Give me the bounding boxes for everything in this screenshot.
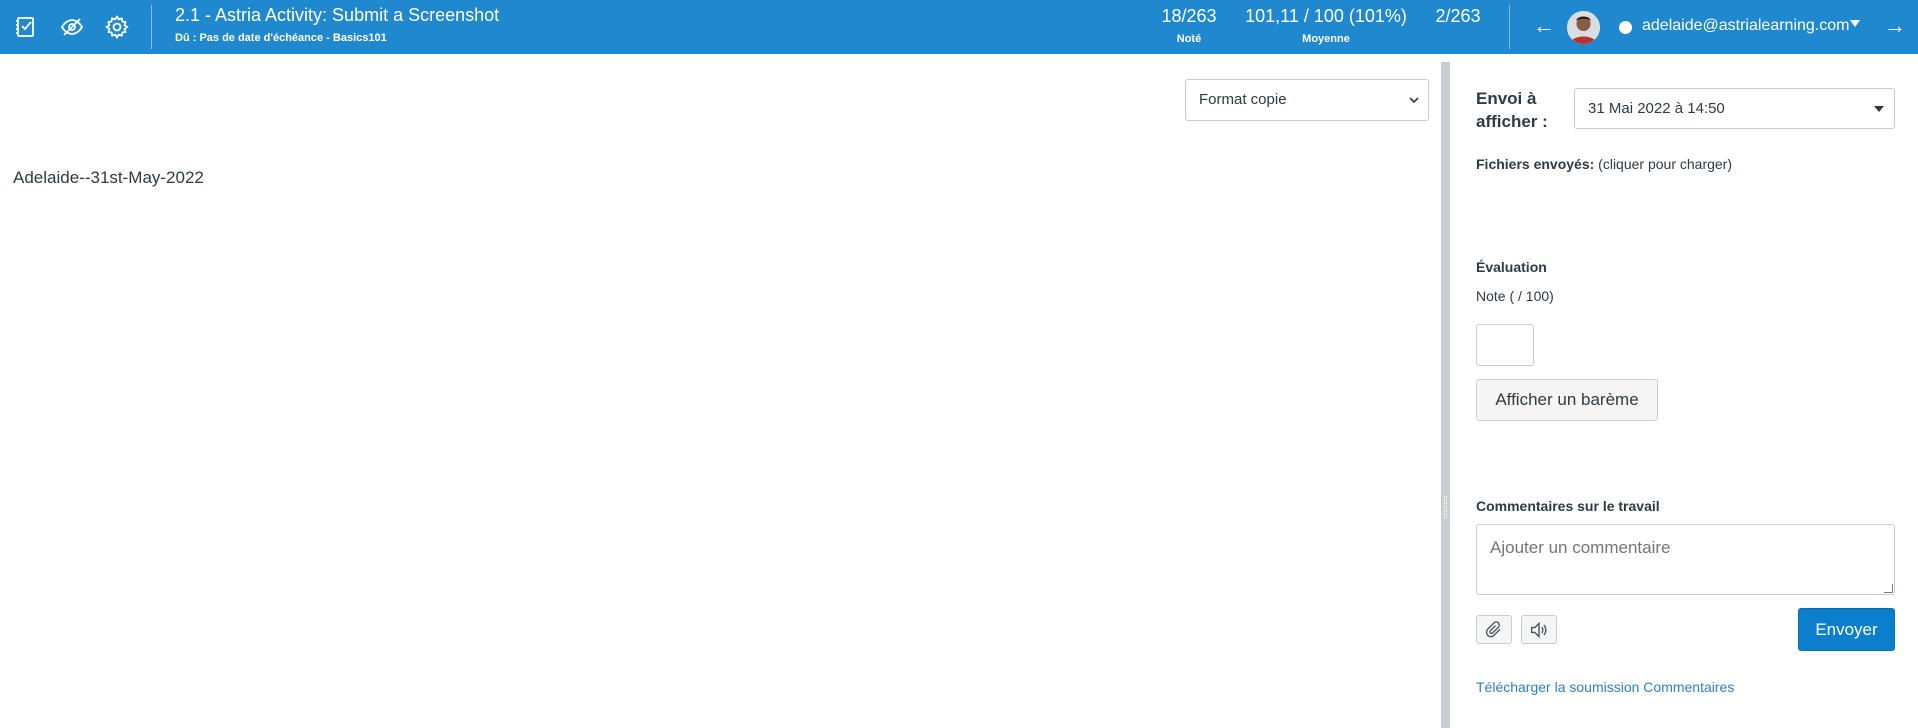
- student-email[interactable]: adelaide@astrialearning.com: [1642, 17, 1849, 35]
- comments-heading: Commentaires sur le travail: [1476, 498, 1660, 514]
- caret-down-icon: [1874, 106, 1884, 112]
- record-media-button[interactable]: [1521, 615, 1557, 644]
- evaluation-heading: Évaluation: [1476, 259, 1547, 275]
- grade-label: Note ( / 100): [1476, 288, 1554, 304]
- submission-select-value: 31 Mai 2022 à 14:50: [1588, 100, 1725, 117]
- view-format-value: Format copie: [1199, 91, 1287, 108]
- submission-to-view-label: Envoi à afficher :: [1476, 89, 1548, 131]
- grade-input[interactable]: [1476, 324, 1534, 366]
- header-divider: [151, 5, 152, 49]
- average-stat: 101,11 / 100 (101%) Moyenne: [1242, 6, 1410, 45]
- send-comment-button[interactable]: Envoyer: [1798, 608, 1895, 651]
- assignment-subtitle: Dû : Pas de date d'échéance - Basics101: [175, 32, 387, 44]
- paperclip-icon: [1485, 620, 1501, 637]
- speaker-icon: [1530, 621, 1547, 638]
- student-status-dot-icon: [1619, 21, 1632, 34]
- graded-label: Noté: [1176, 33, 1202, 45]
- average-value: 101,11 / 100 (101%): [1245, 6, 1407, 26]
- submission-select[interactable]: 31 Mai 2022 à 14:50: [1574, 88, 1895, 129]
- resize-grip-icon: [1444, 496, 1447, 518]
- gradebook-icon[interactable]: [11, 12, 41, 42]
- submitted-files: Fichiers envoyés: (cliquer pour charger): [1476, 156, 1732, 172]
- header-divider-right: [1509, 5, 1510, 49]
- attach-file-button[interactable]: [1476, 615, 1512, 644]
- prev-student-arrow-icon[interactable]: ←: [1533, 12, 1555, 40]
- average-label: Moyenne: [1302, 33, 1350, 45]
- student-avatar[interactable]: [1567, 11, 1600, 44]
- student-position: 2/263: [1430, 6, 1486, 27]
- hide-eye-icon[interactable]: [57, 12, 87, 42]
- textarea-resize-icon[interactable]: [1884, 584, 1893, 593]
- download-submission-link[interactable]: Télécharger la soumission Commentaires: [1476, 679, 1734, 695]
- panel-resize-handle[interactable]: [1441, 62, 1450, 728]
- graded-stat: 18/263 Noté: [1158, 6, 1220, 45]
- submission-document-text: Adelaide--31st-May-2022: [13, 168, 204, 187]
- assignment-title[interactable]: 2.1 - Astria Activity: Submit a Screensh…: [175, 5, 499, 26]
- gear-icon[interactable]: [102, 12, 132, 42]
- student-position-value: 2/263: [1435, 6, 1481, 26]
- graded-count: 18/263: [1161, 6, 1217, 26]
- next-student-arrow-icon[interactable]: →: [1884, 12, 1906, 40]
- view-format-select[interactable]: Format copie: [1185, 79, 1429, 121]
- show-rubric-button[interactable]: Afficher un barème: [1476, 379, 1658, 421]
- submitted-files-label: Fichiers envoyés:: [1476, 156, 1595, 172]
- top-header: 2.1 - Astria Activity: Submit a Screensh…: [0, 0, 1918, 54]
- chevron-down-icon: [1409, 97, 1419, 104]
- comment-textarea[interactable]: [1476, 524, 1895, 595]
- submitted-files-hint: (cliquer pour charger): [1598, 156, 1733, 172]
- student-dropdown-chevron-down-icon[interactable]: [1850, 20, 1860, 27]
